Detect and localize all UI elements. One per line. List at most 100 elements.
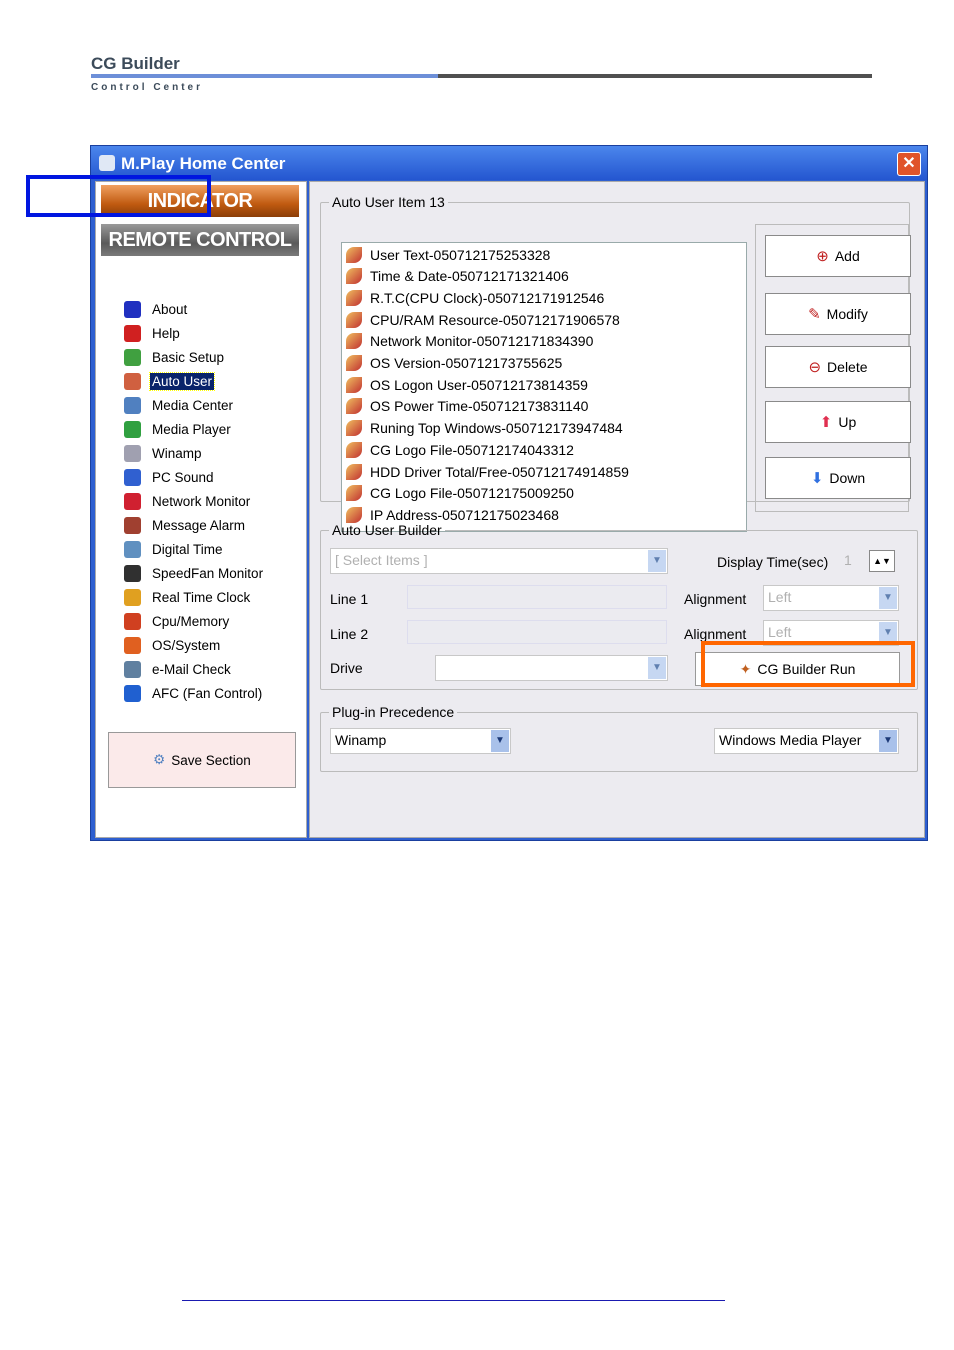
line1-label: Line 1: [330, 591, 369, 607]
auto-user-icon: [346, 355, 362, 371]
add-label: Add: [834, 248, 860, 264]
list-item-label: Network Monitor-050712171834390: [370, 333, 594, 350]
auto-user-icon: [346, 268, 362, 285]
sidebar-item-label: PC Sound: [152, 469, 214, 485]
sidebar-item[interactable]: Media Center: [124, 395, 235, 415]
sound-icon: [124, 468, 141, 486]
chevron-down-icon: ▼: [879, 730, 897, 752]
add-icon: ⊕: [816, 248, 829, 265]
list-item-label: CPU/RAM Resource-050712171906578: [370, 311, 620, 328]
sidebar-item-label: Help: [152, 325, 180, 341]
auto-user-icon: [346, 463, 362, 480]
sidebar-item[interactable]: SpeedFan Monitor: [124, 563, 265, 583]
header-bar: [438, 74, 872, 78]
sidebar-item[interactable]: About: [124, 299, 189, 319]
sidebar-item[interactable]: PC Sound: [124, 467, 216, 487]
plugin-second-dropdown[interactable]: Windows Media Player ▼: [714, 728, 899, 754]
list-item-label: Time & Date-050712171321406: [370, 268, 569, 285]
sidebar-item[interactable]: Help: [124, 323, 182, 343]
sidebar-item[interactable]: AFC (Fan Control): [124, 683, 264, 703]
sidebar-item-label: Real Time Clock: [152, 589, 251, 605]
clock-icon: [124, 540, 141, 558]
app-window: M.Play Home Center ✕ INDICATOR REMOTE CO…: [90, 145, 928, 841]
sidebar-item-label: About: [152, 301, 188, 317]
sidebar-item[interactable]: Cpu/Memory: [124, 611, 231, 631]
sidebar-item-label: Message Alarm: [152, 517, 246, 533]
list-item-label: CG Logo File-050712175009250: [370, 485, 574, 502]
plugin-first-dropdown[interactable]: Winamp ▼: [330, 728, 511, 754]
list-item[interactable]: CPU/RAM Resource-050712171906578: [346, 309, 620, 330]
delete-button[interactable]: ⊖ Delete: [765, 346, 911, 388]
line1-input[interactable]: [407, 585, 667, 609]
list-item[interactable]: CG Logo File-050712174043312: [346, 439, 574, 460]
modify-icon: ✎: [808, 306, 821, 323]
close-button[interactable]: ✕: [897, 152, 921, 176]
modify-button[interactable]: ✎ Modify: [765, 293, 911, 335]
list-item[interactable]: R.T.C(CPU Clock)-050712171912546: [346, 287, 604, 308]
sidebar-item-label: Digital Time: [152, 541, 223, 557]
drive-label: Drive: [330, 660, 363, 676]
afc-icon: [124, 684, 141, 702]
up-label: Up: [838, 414, 857, 430]
sidebar-item-label: Media Player: [152, 421, 231, 437]
sidebar-item[interactable]: OS/System: [124, 635, 222, 655]
items-list[interactable]: User Text-050712175253328 Time & Date-050…: [341, 242, 747, 532]
list-item-label: OS Logon User-050712173814359: [370, 376, 588, 393]
sidebar-item[interactable]: Auto User: [124, 371, 216, 391]
list-item[interactable]: OS Power Time-050712173831140: [346, 396, 588, 417]
alignment1-dropdown[interactable]: Left ▼: [763, 585, 899, 611]
list-item[interactable]: Time & Date-050712171321406: [346, 266, 569, 287]
list-item[interactable]: OS Version-050712173755625: [346, 353, 562, 374]
display-time-value[interactable]: 1: [844, 552, 852, 568]
sidebar-item[interactable]: Media Player: [124, 419, 233, 439]
save-section-button[interactable]: ⚙ Save Section: [108, 732, 296, 788]
sidebar-item[interactable]: Real Time Clock: [124, 587, 252, 607]
sidebar-item[interactable]: Message Alarm: [124, 515, 247, 535]
drive-dropdown[interactable]: ▼: [435, 655, 668, 681]
select-items-dropdown[interactable]: [ Select Items ] ▼: [330, 548, 668, 574]
delete-label: Delete: [827, 359, 868, 375]
list-item[interactable]: Runing Top Windows-050712173947484: [346, 418, 623, 439]
media-center-icon: [124, 396, 141, 414]
sidebar-item[interactable]: e-Mail Check: [124, 659, 233, 679]
alignment1-value: Left: [768, 589, 792, 605]
select-items-value: [ Select Items ]: [335, 552, 428, 568]
sidebar-item[interactable]: Winamp: [124, 443, 204, 463]
group-legend: Auto User Item 13: [332, 194, 445, 210]
auto-user-icon: [346, 441, 362, 458]
add-button[interactable]: ⊕ Add: [765, 235, 911, 277]
cpu-icon: [124, 612, 141, 630]
list-item[interactable]: Network Monitor-050712171834390: [346, 331, 593, 352]
brand-subtitle: Control Center: [91, 82, 203, 93]
auto-user-icon: [346, 398, 362, 415]
network-icon: [124, 492, 141, 510]
list-item[interactable]: OS Logon User-050712173814359: [346, 374, 588, 395]
list-item-label: OS Power Time-050712173831140: [370, 398, 589, 415]
setup-icon: [124, 348, 141, 366]
sidebar-item[interactable]: Digital Time: [124, 539, 225, 559]
display-time-stepper[interactable]: ▲▼: [869, 550, 895, 572]
person-icon: [124, 300, 141, 318]
sidebar-item-label: e-Mail Check: [152, 661, 231, 677]
sidebar-item[interactable]: Network Monitor: [124, 491, 252, 511]
auto-user-icon: [346, 420, 362, 437]
sidebar-item-label: Winamp: [152, 445, 202, 461]
plugin-second-value: Windows Media Player: [719, 732, 862, 748]
sidebar-item-label: Basic Setup: [152, 349, 225, 365]
alignment2-value: Left: [768, 624, 792, 640]
line2-input[interactable]: [407, 620, 667, 644]
mail-icon: [124, 660, 141, 678]
sidebar-item-label: Network Monitor: [152, 493, 251, 509]
sidebar-item[interactable]: Basic Setup: [124, 347, 226, 367]
list-item-label: Runing Top Windows-050712173947484: [370, 420, 623, 437]
down-button[interactable]: ⬇ Down: [765, 457, 911, 499]
title-bar[interactable]: M.Play Home Center ✕: [91, 146, 927, 180]
list-item[interactable]: CG Logo File-050712175009250: [346, 483, 574, 504]
sidebar-item-label: AFC (Fan Control): [152, 685, 263, 701]
remote-control-tab[interactable]: REMOTE CONTROL: [101, 224, 299, 256]
list-item[interactable]: User Text-050712175253328: [346, 244, 550, 265]
chevron-down-icon: ▼: [648, 657, 666, 679]
list-item[interactable]: HDD Driver Total/Free-050712174914859: [346, 461, 629, 482]
delete-icon: ⊖: [808, 359, 822, 376]
up-button[interactable]: ⬆ Up: [765, 401, 911, 443]
